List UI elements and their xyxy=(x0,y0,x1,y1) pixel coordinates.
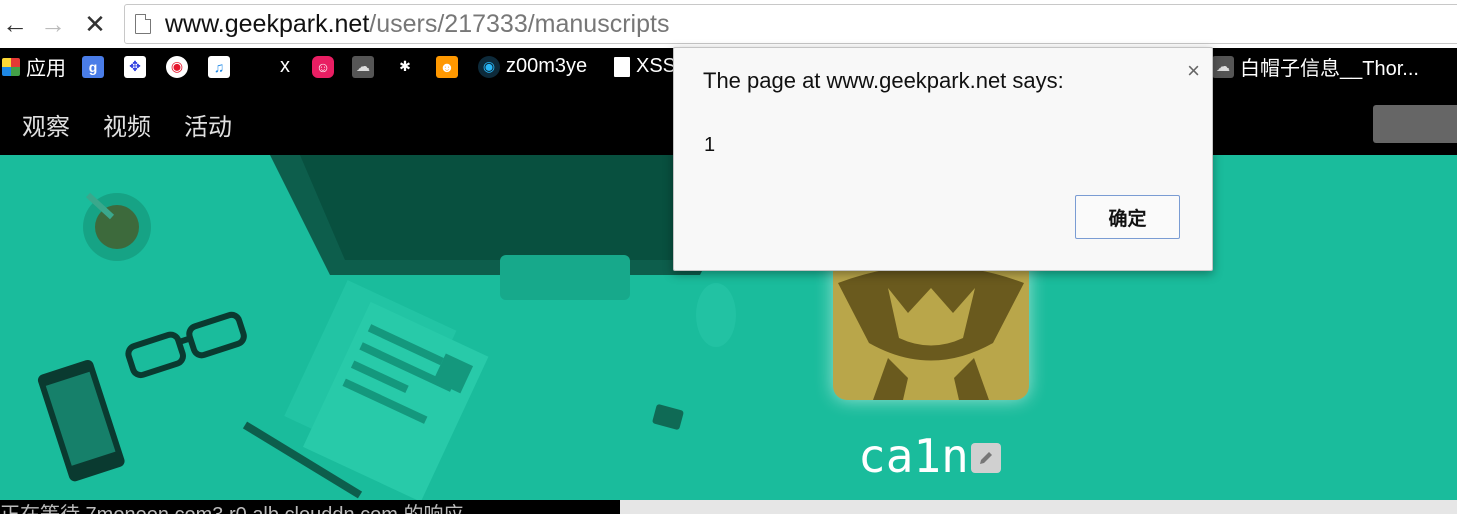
url-path: /users/217333/manuscripts xyxy=(369,9,670,38)
forward-arrow-icon: → xyxy=(40,8,66,39)
weibo-icon: ◉ xyxy=(166,55,188,78)
back-arrow-icon: ← xyxy=(2,8,28,39)
headphones-icon: ♫ xyxy=(208,55,230,78)
eye-icon: ◉ xyxy=(478,55,500,78)
back-button[interactable]: ← xyxy=(0,8,30,40)
cloud-icon: ☁ xyxy=(1212,55,1234,78)
baidu-paw-icon: ✥ xyxy=(124,55,146,78)
apps-grid-icon xyxy=(2,57,20,76)
forward-button[interactable]: → xyxy=(38,8,68,40)
bookmark-x[interactable]: x xyxy=(280,48,290,85)
monitor-stand xyxy=(500,255,630,300)
bookmark-cloud[interactable]: ☁ xyxy=(352,48,380,85)
page-bottom-strip xyxy=(620,500,1457,514)
edit-username-button[interactable] xyxy=(971,443,1001,473)
bookmark-google[interactable]: g xyxy=(82,48,110,85)
mouse-shape xyxy=(696,283,736,347)
stop-icon: ✕ xyxy=(84,8,106,39)
url-text[interactable]: www.geekpark.net/users/217333/manuscript… xyxy=(165,10,669,39)
alert-dialog: The page at www.geekpark.net says: × 1 确… xyxy=(673,47,1213,271)
bookmark-label: z00m3ye xyxy=(506,55,588,77)
bookmark-baidu[interactable]: ✥ xyxy=(124,48,152,85)
url-domain: www.geekpark.net xyxy=(165,9,370,38)
address-bar[interactable]: www.geekpark.net/users/217333/manuscript… xyxy=(124,4,1457,44)
bookmark-cartoon[interactable]: ☻ xyxy=(436,48,464,85)
nav-item-video[interactable]: 视频 xyxy=(103,107,151,142)
page-icon xyxy=(135,14,151,34)
pencil-icon xyxy=(980,452,992,464)
bookmark-xss[interactable]: XSS xyxy=(614,48,676,85)
coffee-cup xyxy=(95,205,139,249)
close-icon[interactable]: × xyxy=(1187,58,1200,84)
eraser-shape xyxy=(652,404,684,430)
stop-button[interactable]: ✕ xyxy=(80,8,110,40)
bookmark-thor[interactable]: ☁ 白帽子信息__Thor... xyxy=(1212,48,1419,85)
browser-toolbar: ← → ✕ www.geekpark.net/users/217333/manu… xyxy=(0,0,1457,48)
bookmark-music[interactable]: ♫ xyxy=(208,48,236,85)
nav-item-events[interactable]: 活动 xyxy=(184,107,232,142)
bookmark-weibo[interactable]: ◉ xyxy=(166,48,194,85)
google-icon: g xyxy=(82,55,104,78)
bookmark-apps[interactable]: 应用 xyxy=(2,48,66,85)
phone-icon xyxy=(37,359,125,482)
status-bar: 正在等待 7moneon.com3.r0.alb.clouddn.com 的响应… xyxy=(0,500,620,514)
bookmark-label: 白帽子信息__Thor... xyxy=(1240,58,1419,80)
bookmark-z00m3ye[interactable]: ◉ z00m3ye xyxy=(478,48,587,85)
bookmark-label: 应用 xyxy=(26,58,66,80)
pink-robot-icon: ☺ xyxy=(312,55,334,78)
ok-button[interactable]: 确定 xyxy=(1075,195,1180,239)
bookmark-bee[interactable]: ✱ xyxy=(394,48,422,85)
bookmark-label: XSS xyxy=(636,55,677,77)
bookmark-robot[interactable]: ☺ xyxy=(312,48,340,85)
bookmark-label: x xyxy=(280,55,290,77)
nav-item-observe[interactable]: 观察 xyxy=(22,107,70,142)
glasses-icon xyxy=(125,311,247,379)
bee-icon: ✱ xyxy=(399,58,411,74)
nav-login-button[interactable] xyxy=(1373,105,1457,143)
profile-username: ca1n xyxy=(858,429,969,483)
cartoon-face-icon: ☻ xyxy=(436,55,458,78)
dialog-title: The page at www.geekpark.net says: xyxy=(703,68,1064,93)
cloud-icon: ☁ xyxy=(352,55,374,78)
dialog-message: 1 xyxy=(704,134,716,156)
page-icon xyxy=(614,56,630,77)
